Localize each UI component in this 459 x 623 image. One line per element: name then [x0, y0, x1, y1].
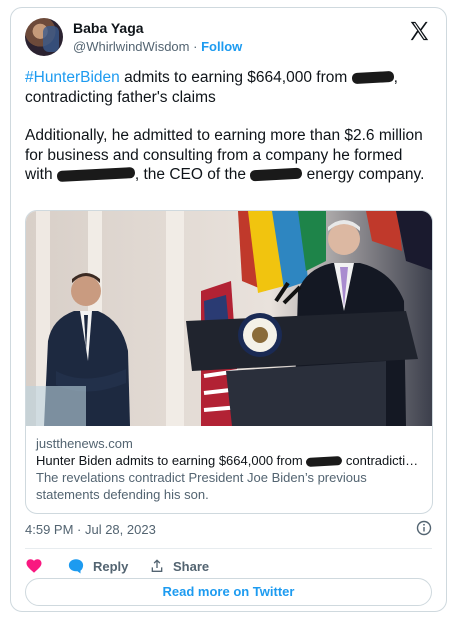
tweet-timestamp[interactable]: 4:59 PM · Jul 28, 2023: [25, 522, 156, 537]
tweet-text: #HunterBiden admits to earning $664,000 …: [25, 68, 432, 185]
author-name[interactable]: Baba Yaga: [73, 20, 144, 36]
author-handle-line: @WhirlwindWisdom · Follow: [73, 39, 242, 54]
info-icon[interactable]: [416, 520, 432, 536]
redaction-mark: [351, 71, 394, 85]
share-icon: [151, 559, 163, 572]
tweet-text-segment: ,: [393, 69, 398, 86]
link-title-segment: contradicting fath...: [345, 453, 422, 468]
like-button[interactable]: [25, 554, 43, 578]
link-preview-card[interactable]: justthenews.com Hunter Biden admits to e…: [25, 210, 433, 514]
tweet-text-segment: energy company.: [302, 166, 425, 183]
x-logo-icon[interactable]: [408, 20, 430, 42]
tweet-text-segment: admits to earning $664,000 from: [119, 69, 352, 86]
share-button[interactable]: Share: [149, 554, 209, 578]
tweet-text-segment: contradicting father's claims: [25, 88, 216, 106]
follow-button[interactable]: Follow: [201, 39, 242, 54]
hashtag-link[interactable]: #HunterBiden: [25, 69, 120, 86]
share-label: Share: [173, 558, 210, 574]
link-title[interactable]: Hunter Biden admits to earning $664,000 …: [36, 452, 422, 469]
separator-dot: ·: [193, 39, 198, 54]
link-domain: justthenews.com: [36, 436, 133, 451]
redaction-mark: [306, 456, 343, 467]
redaction-mark: [56, 167, 136, 183]
author-handle[interactable]: @WhirlwindWisdom: [73, 39, 190, 54]
reply-button[interactable]: Reply: [67, 554, 128, 578]
embedded-tweet-card: Baba Yaga @WhirlwindWisdom · Follow #Hun…: [10, 7, 447, 612]
tweet-paragraph-2: Additionally, he admitted to earning mor…: [25, 126, 432, 185]
reply-label: Reply: [93, 558, 129, 574]
link-info: justthenews.com Hunter Biden admits to e…: [36, 435, 422, 503]
divider: [25, 548, 432, 549]
tweet-paragraph-1: #HunterBiden admits to earning $664,000 …: [25, 68, 432, 107]
link-description: The revelations contradict President Joe…: [36, 470, 367, 502]
tweet-header: Baba Yaga @WhirlwindWisdom · Follow: [25, 18, 432, 58]
tweet-text-segment: , the CEO of the: [134, 166, 251, 183]
link-title-segment: Hunter Biden admits to earning $664,000 …: [36, 453, 307, 468]
read-more-button[interactable]: Read more on Twitter: [25, 578, 432, 606]
reply-bubble-icon: [68, 559, 84, 574]
redaction-mark: [250, 168, 303, 182]
avatar[interactable]: [25, 18, 63, 56]
heart-icon: [26, 559, 42, 573]
news-photo[interactable]: [26, 211, 433, 426]
